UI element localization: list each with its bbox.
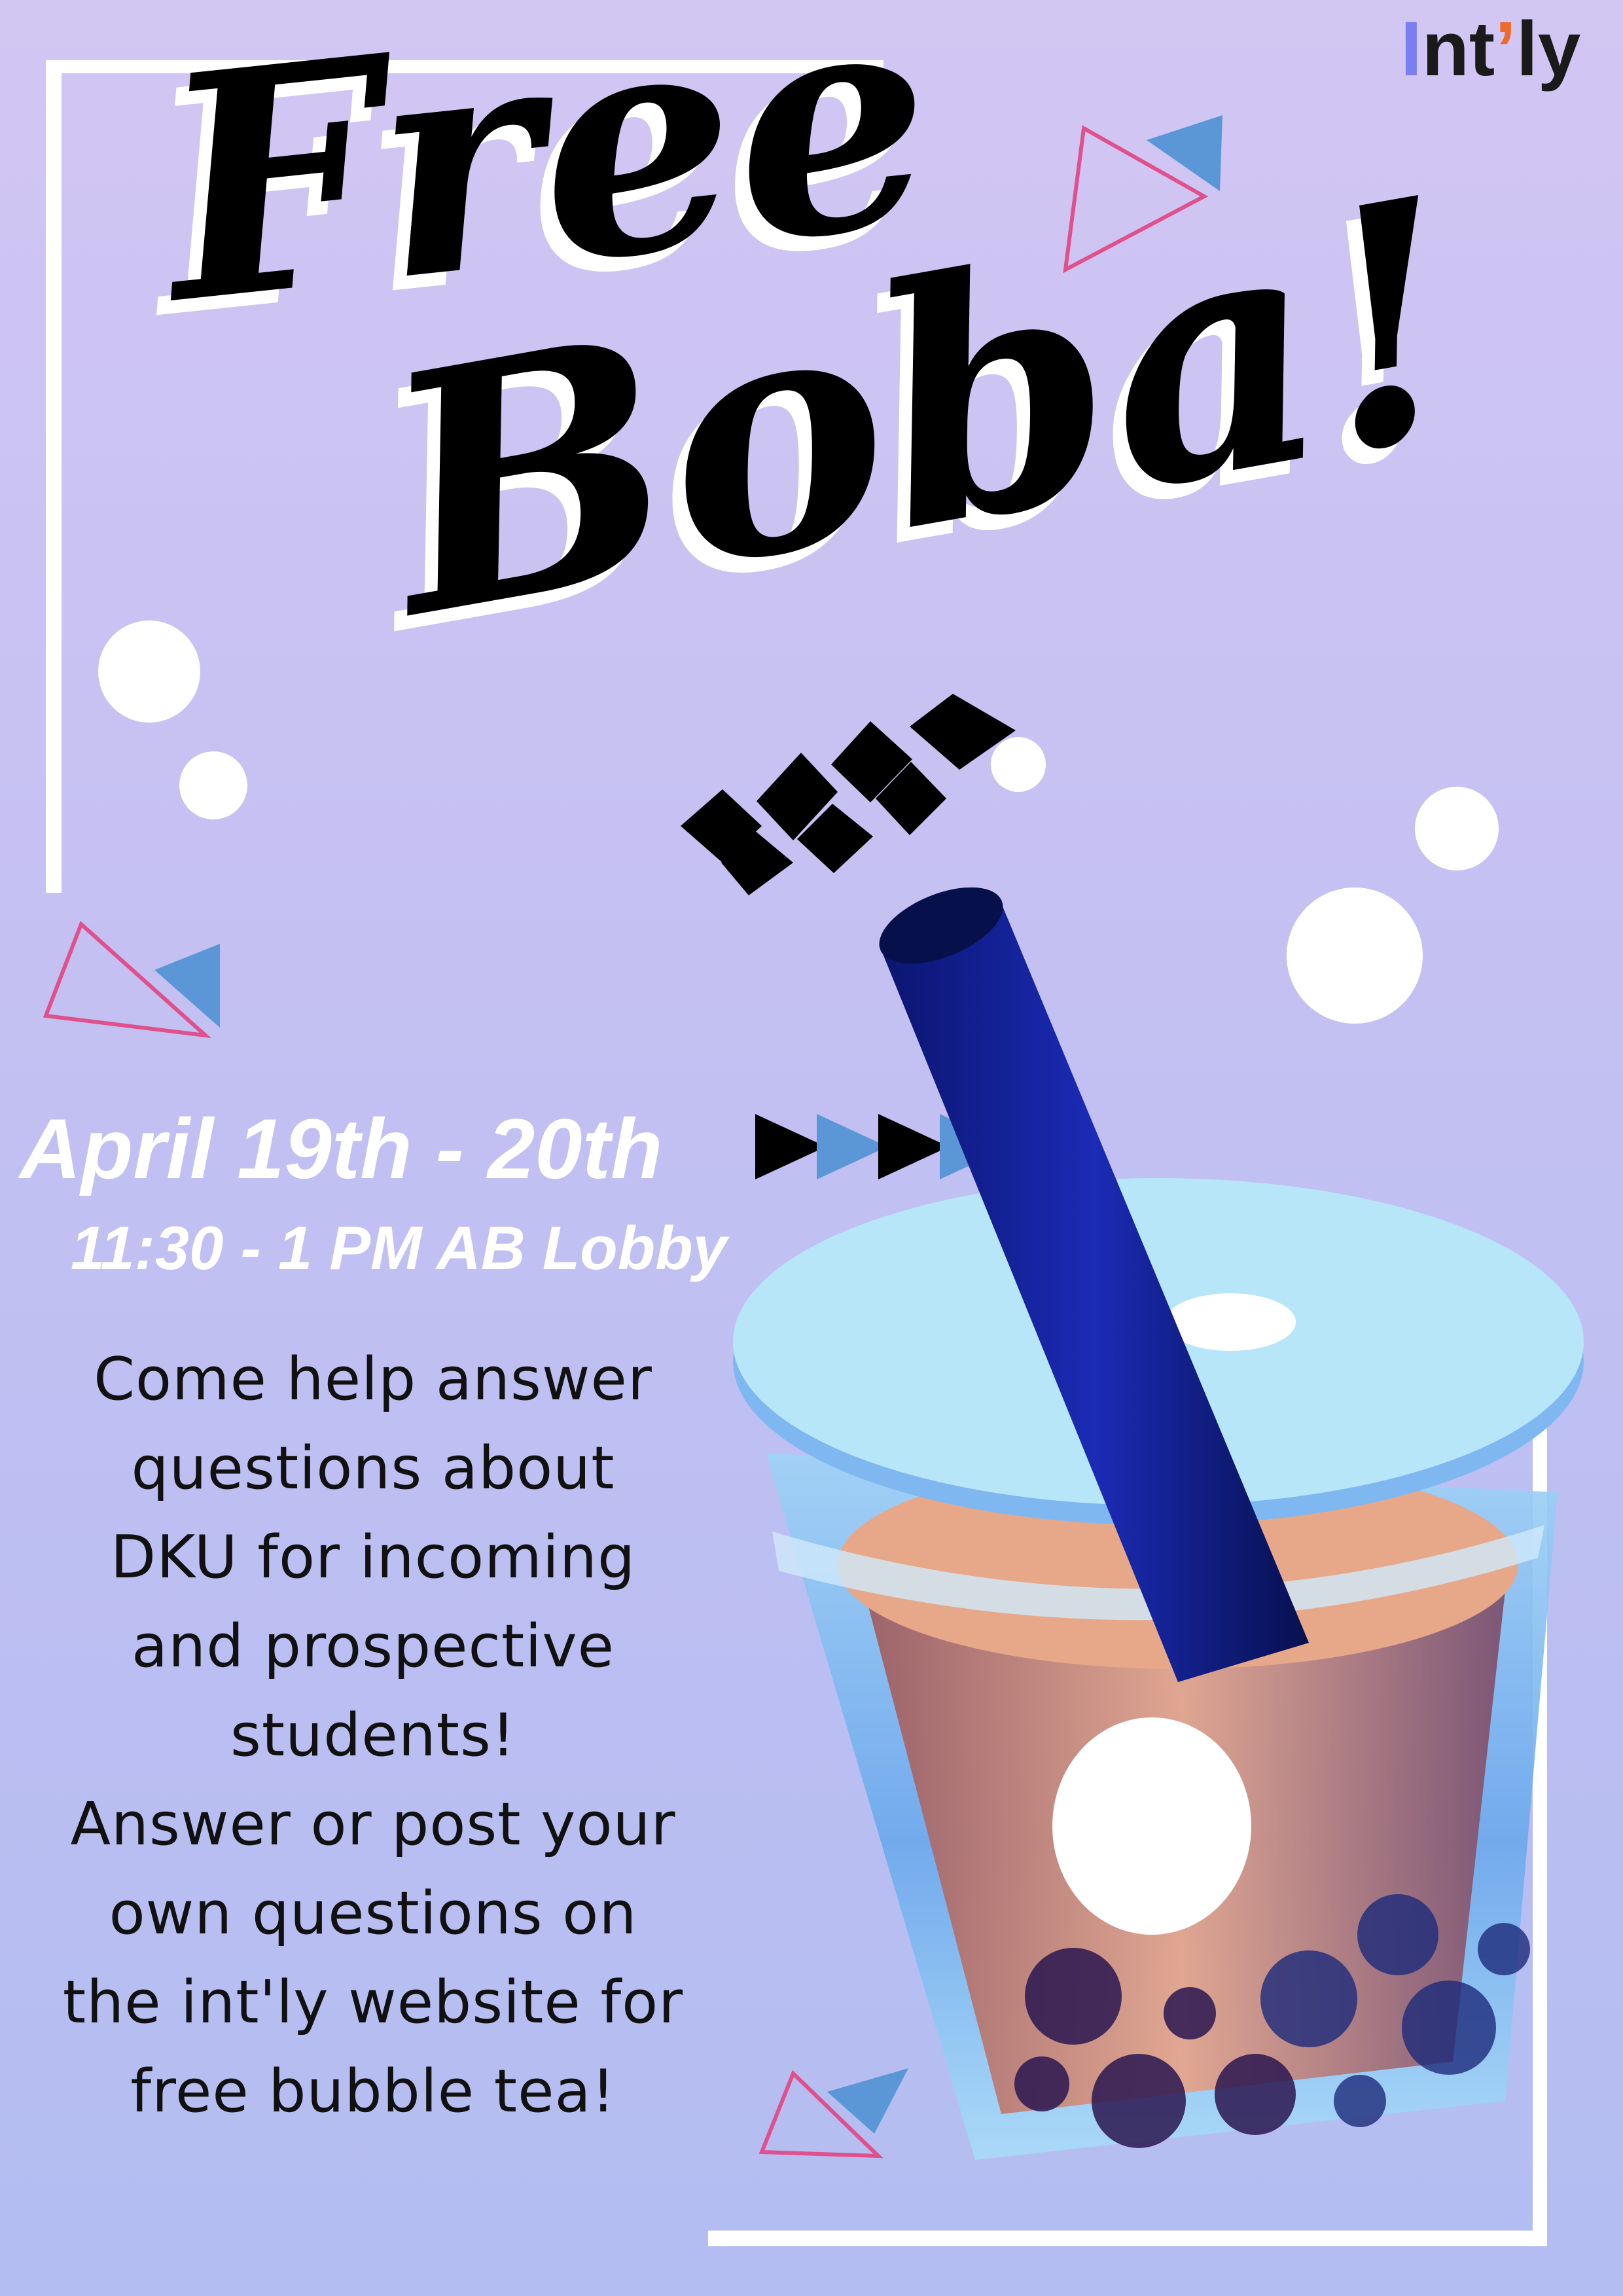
bubble-circle bbox=[991, 737, 1046, 792]
description-line: Come help answer bbox=[94, 1345, 652, 1414]
bubble-circle bbox=[1415, 787, 1499, 870]
boba-cup-illustration bbox=[733, 887, 1584, 2160]
arrow-chevron bbox=[817, 1114, 887, 1179]
description-line: and prospective bbox=[132, 1612, 615, 1681]
description-line: Answer or post your bbox=[70, 1790, 676, 1859]
description-line: DKU for incoming bbox=[110, 1523, 636, 1592]
description-line: free bubble tea! bbox=[130, 2057, 616, 2126]
event-description: Come help answer questions about DKU for… bbox=[0, 1335, 746, 2136]
arrow-chevron bbox=[755, 1114, 826, 1179]
description-line: questions about bbox=[131, 1434, 615, 1503]
bubble-circle bbox=[98, 620, 200, 723]
description-line: own questions on bbox=[109, 1879, 637, 1948]
event-date: April 19th - 20th bbox=[20, 1101, 663, 1196]
checker-decoration bbox=[681, 694, 1016, 895]
description-line: the int'ly website for bbox=[62, 1968, 684, 2037]
bubble-circle bbox=[179, 751, 247, 819]
event-poster: Int’ly Free Boba! April 19th - 20th 11:3… bbox=[0, 0, 1623, 2296]
triangle-decoration bbox=[827, 2068, 908, 2134]
description-line: students! bbox=[230, 1701, 516, 1770]
event-time-location: 11:30 - 1 PM AB Lobby bbox=[71, 1213, 727, 1282]
bubble-circle bbox=[1287, 888, 1423, 1024]
triangle-decoration bbox=[154, 944, 220, 1028]
arrow-chevron bbox=[878, 1114, 949, 1179]
